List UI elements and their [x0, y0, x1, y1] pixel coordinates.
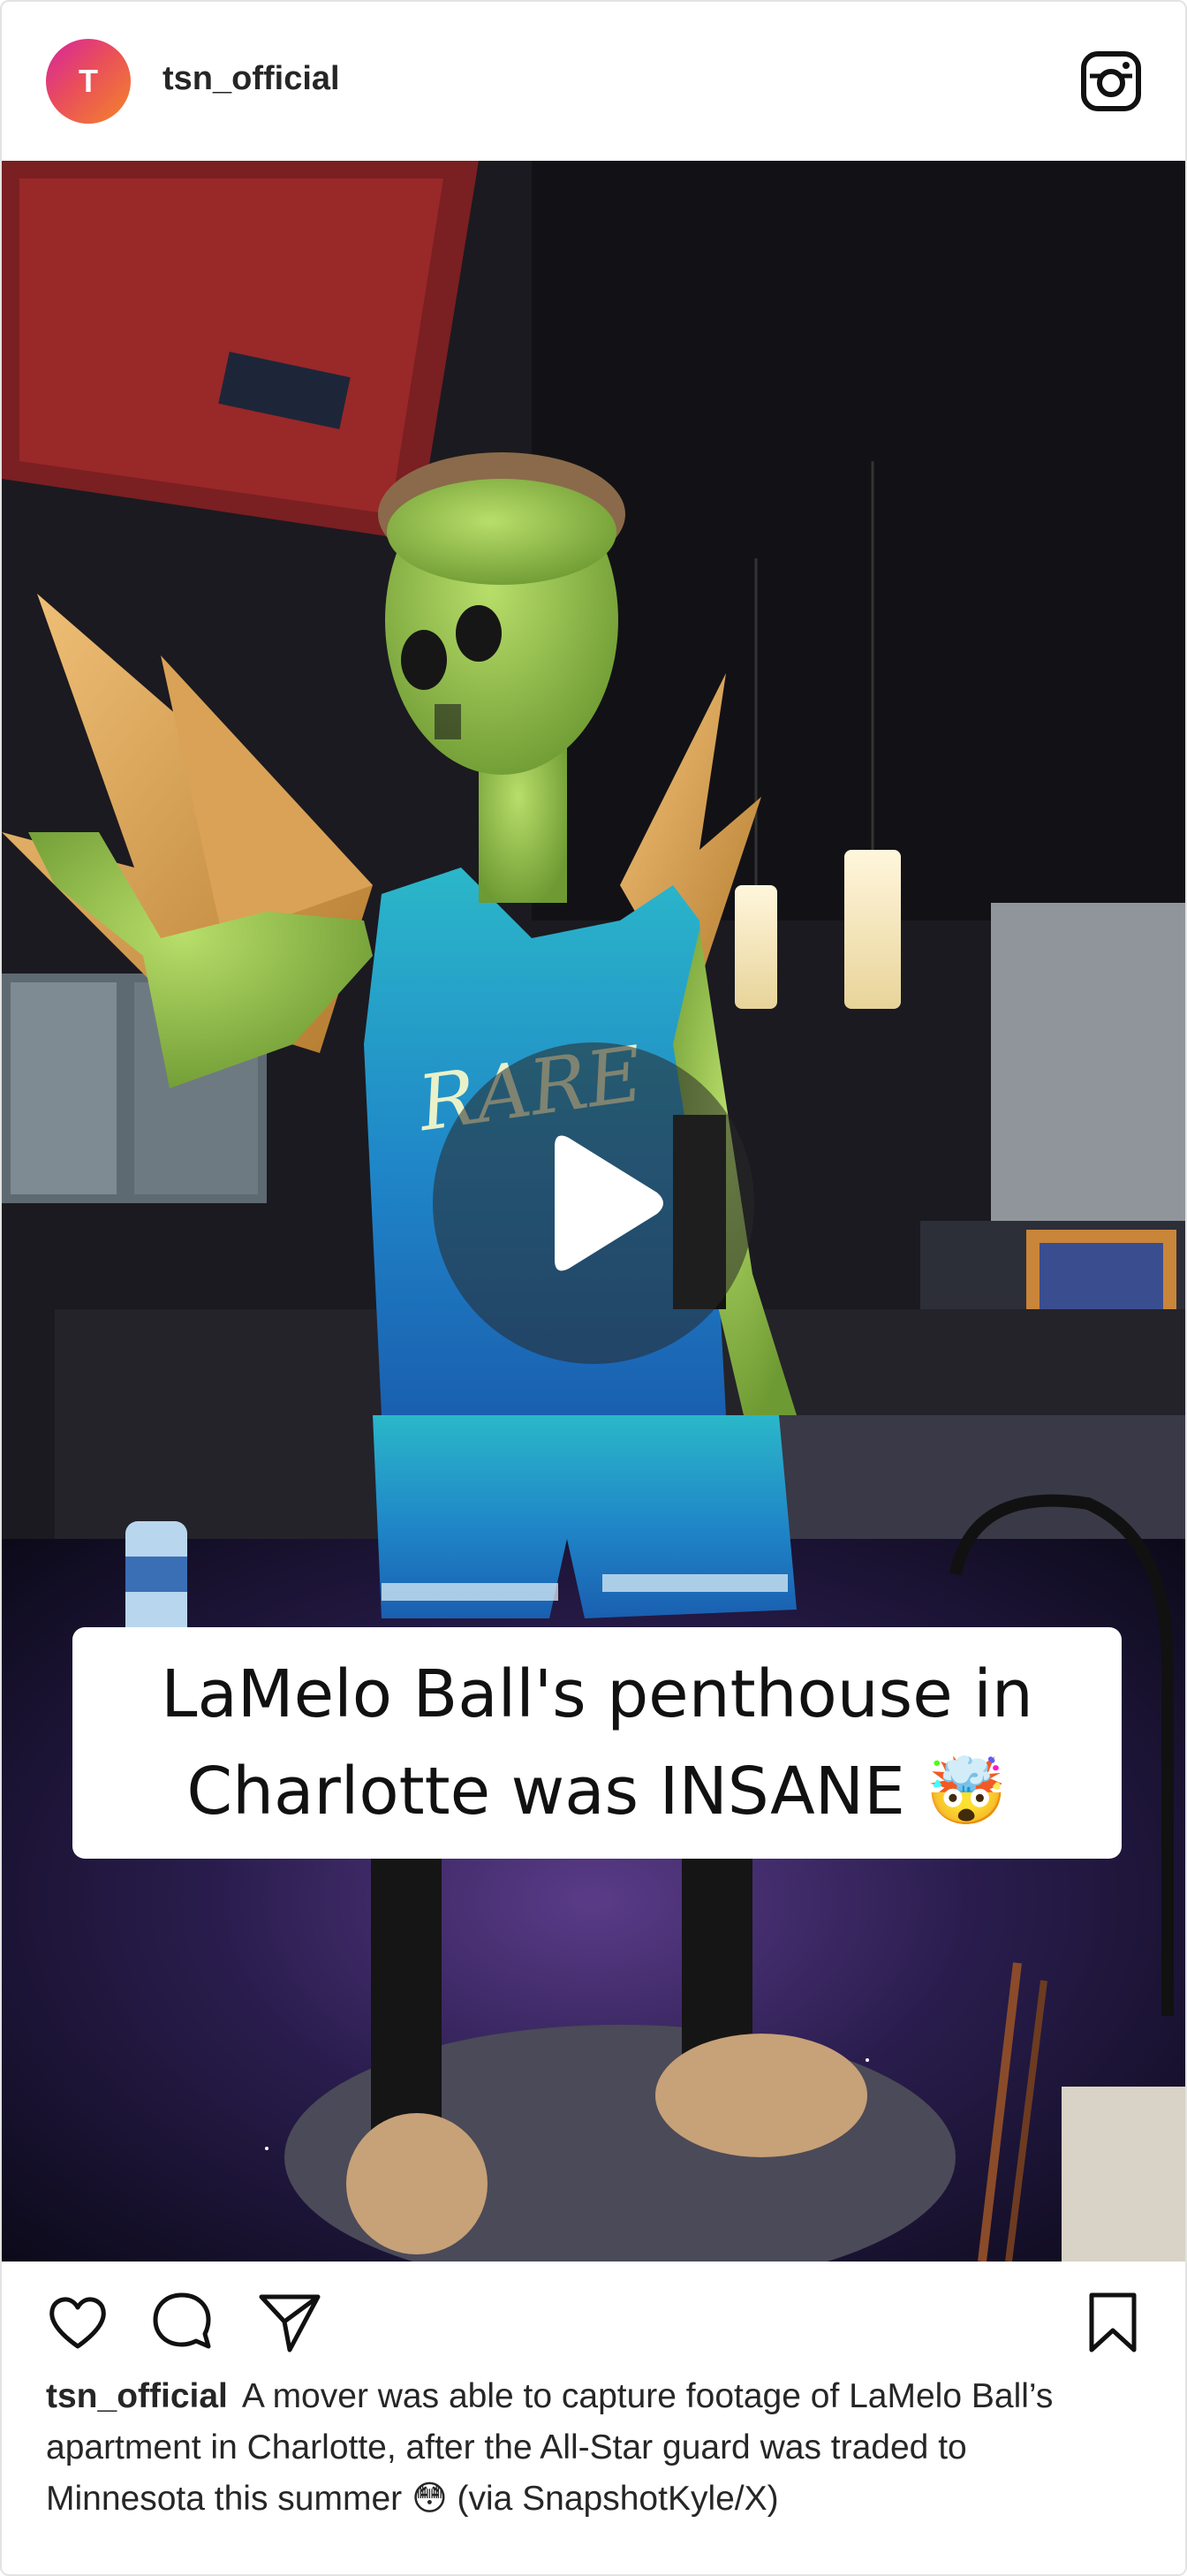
- overlay-emoji: 🤯: [926, 1754, 1008, 1830]
- avatar-letter: T: [79, 63, 98, 99]
- overlay-line-2: Charlotte was INSANE 🤯: [186, 1743, 1007, 1840]
- caption-username[interactable]: tsn_official: [46, 2377, 228, 2415]
- post-card: T tsn_official LaMelo Ball's penthouse i…: [0, 0, 1187, 2576]
- comment-icon[interactable]: [148, 2288, 215, 2355]
- post-header: T tsn_official: [2, 2, 1185, 161]
- post-caption: tsn_official A mover was able to capture …: [46, 2371, 1123, 2525]
- instagram-icon[interactable]: [1079, 49, 1143, 113]
- overlay-line-1: LaMelo Ball's penthouse in: [161, 1656, 1033, 1732]
- play-icon: [555, 1135, 663, 1271]
- play-button[interactable]: [433, 1042, 754, 1364]
- share-icon[interactable]: [256, 2288, 323, 2355]
- video-media[interactable]: RARE: [2, 161, 1185, 2262]
- username[interactable]: tsn_official: [163, 60, 340, 98]
- overlay-line-2-text: Charlotte was INSANE: [186, 1754, 905, 1830]
- action-bar: [2, 2262, 1185, 2385]
- bookmark-icon[interactable]: [1079, 2288, 1146, 2355]
- video-text-overlay: LaMelo Ball's penthouse in Charlotte was…: [72, 1627, 1122, 1859]
- heart-icon[interactable]: [44, 2288, 111, 2355]
- avatar[interactable]: T: [46, 39, 131, 124]
